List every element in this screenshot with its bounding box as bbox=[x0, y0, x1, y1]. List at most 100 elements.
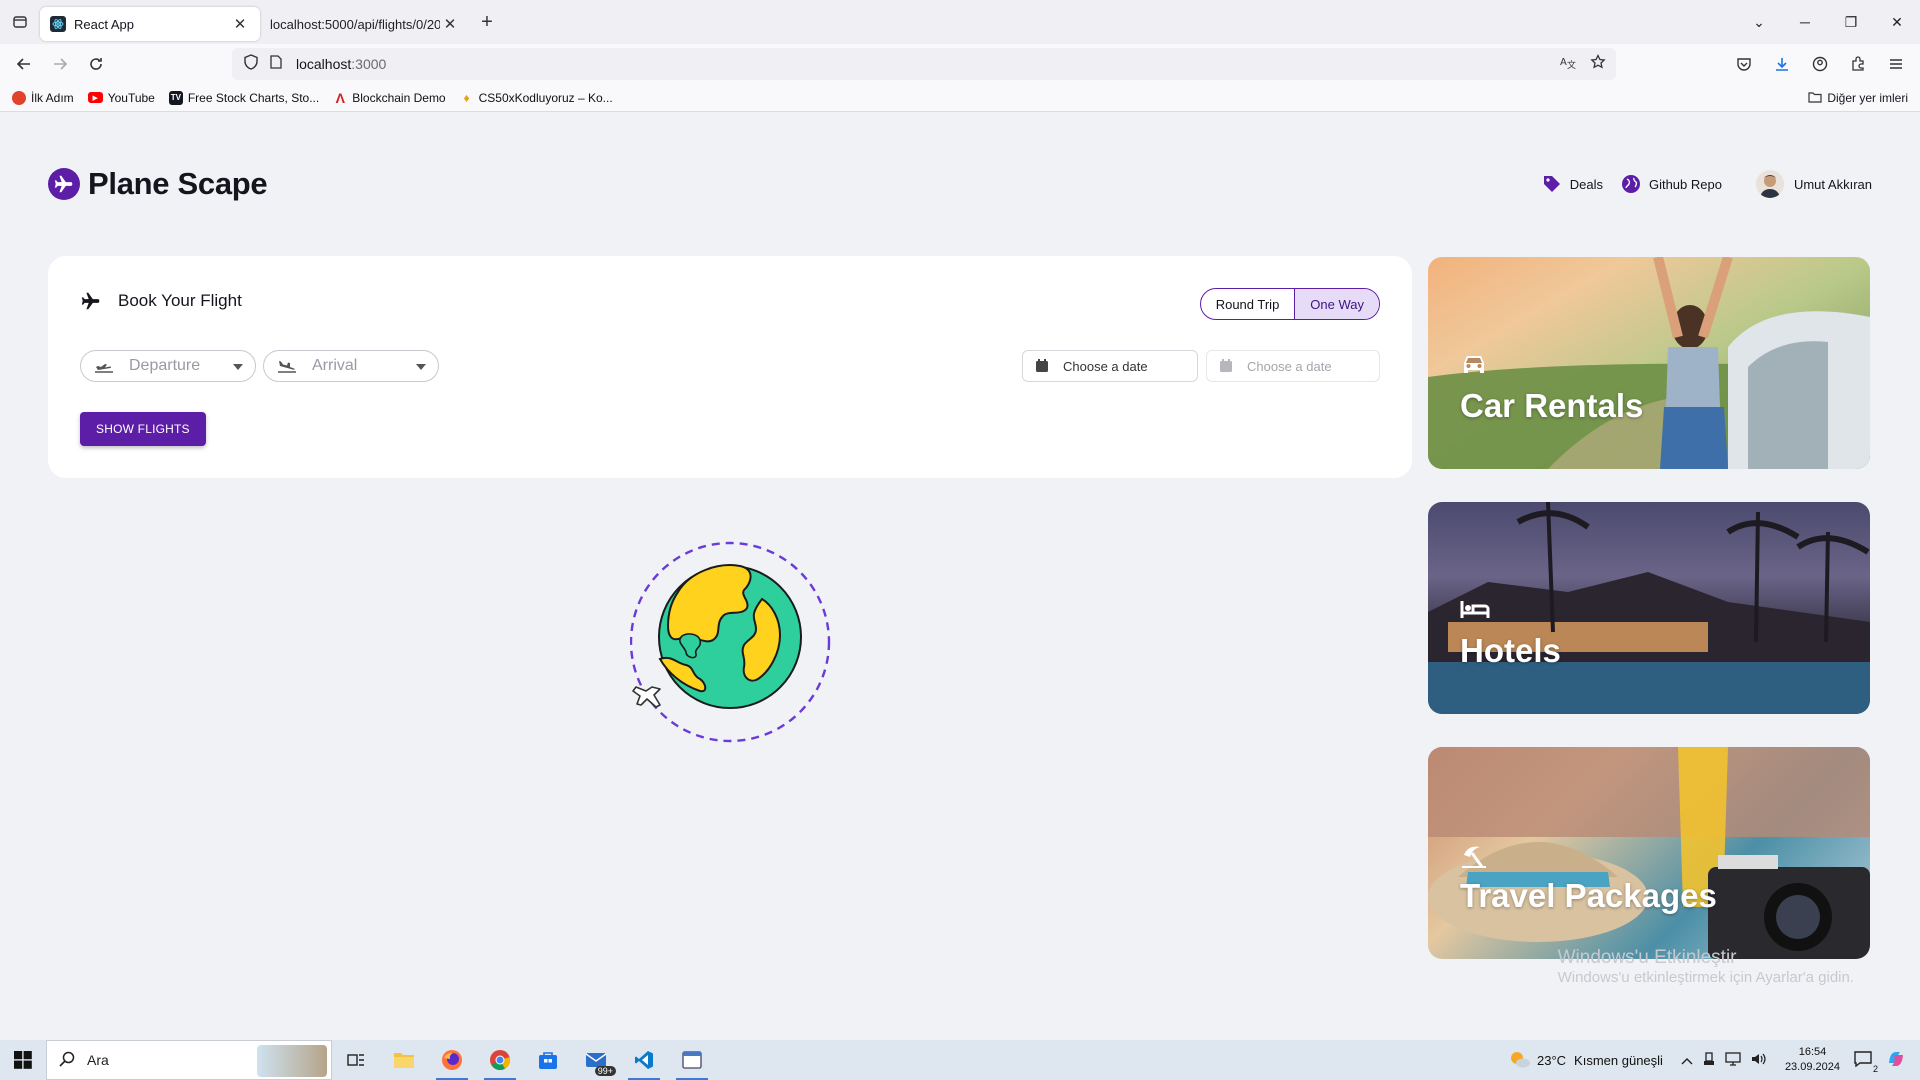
nav-user[interactable]: Umut Akkıran bbox=[1755, 170, 1872, 198]
clock[interactable]: 16:54 23.09.2024 bbox=[1785, 1045, 1840, 1075]
bookmark-item[interactable]: ▶ YouTube bbox=[87, 91, 155, 105]
url-text[interactable]: localhost:3000 bbox=[296, 56, 386, 72]
trip-type-toggle: Round Trip One Way bbox=[1199, 288, 1380, 320]
kodluyoruz-icon: ♦ bbox=[463, 90, 470, 105]
usb-icon[interactable] bbox=[1703, 1051, 1715, 1069]
task-view-icon[interactable] bbox=[332, 1040, 380, 1080]
firefox-icon[interactable] bbox=[428, 1040, 476, 1080]
travel-packages-card[interactable]: Travel Packages bbox=[1428, 747, 1870, 959]
tab-react-app[interactable]: React App ✕ bbox=[40, 7, 260, 41]
booking-header: Book Your Flight bbox=[80, 290, 242, 312]
chevron-down-icon bbox=[233, 364, 243, 370]
travel-packages-photo bbox=[1428, 747, 1870, 959]
mail-badge: 99+ bbox=[594, 1066, 616, 1076]
file-explorer-icon[interactable] bbox=[380, 1040, 428, 1080]
tab-api-flights[interactable]: localhost:5000/api/flights/0/202 ✕ bbox=[260, 7, 470, 41]
minimize-icon[interactable]: ─ bbox=[1782, 0, 1828, 44]
departure-select[interactable]: Departure bbox=[80, 350, 256, 382]
takeoff-icon bbox=[93, 358, 115, 374]
notifications-icon[interactable]: 2 bbox=[1854, 1050, 1878, 1074]
menu-icon[interactable] bbox=[1880, 48, 1912, 80]
arrival-select[interactable]: Arrival bbox=[263, 350, 439, 382]
nav-deals-label: Deals bbox=[1569, 176, 1603, 192]
star-icon[interactable] bbox=[1590, 53, 1606, 75]
nav-deals[interactable]: Deals bbox=[1542, 174, 1603, 194]
app-page: Plane Scape Deals Github Repo Umut Akkır… bbox=[0, 112, 1920, 1040]
windows-taskbar: Ara 99+ 23°C Kısmen güneşli 16:54 23.09.… bbox=[0, 1040, 1920, 1080]
url-bar[interactable]: localhost:3000 A文 bbox=[232, 48, 1616, 80]
umbrella-beach-icon bbox=[1460, 843, 1488, 874]
extensions-icon[interactable] bbox=[1842, 48, 1874, 80]
chevron-up-icon[interactable] bbox=[1681, 1053, 1693, 1068]
bookmarks-toolbar: İlk Adım ▶ YouTube TV Free Stock Charts,… bbox=[0, 84, 1920, 112]
watermark-title: Windows'u Etkinleştir bbox=[1557, 947, 1737, 968]
bookmark-item[interactable]: ♦ CS50xKodluyoruz – Ko... bbox=[460, 91, 613, 105]
tradingview-icon: TV bbox=[168, 90, 183, 105]
globe-loading-icon bbox=[630, 541, 831, 743]
plane-logo-icon bbox=[48, 168, 80, 200]
hotels-label: Hotels bbox=[1460, 632, 1561, 669]
bookmark-item[interactable]: İlk Adım bbox=[12, 90, 74, 105]
brand[interactable]: Plane Scape bbox=[48, 166, 268, 202]
booking-title: Book Your Flight bbox=[118, 291, 242, 310]
nav-github[interactable]: Github Repo bbox=[1621, 174, 1722, 194]
back-icon[interactable] bbox=[6, 48, 42, 80]
car-rentals-photo bbox=[1428, 257, 1870, 469]
close-icon[interactable]: ✕ bbox=[230, 15, 250, 33]
taskbar-search[interactable]: Ara bbox=[46, 1040, 332, 1080]
bookmark-item[interactable]: TV Free Stock Charts, Sto... bbox=[168, 90, 319, 105]
reload-icon[interactable] bbox=[78, 48, 114, 80]
landing-icon bbox=[276, 358, 298, 374]
tab-list-icon[interactable] bbox=[0, 0, 40, 44]
svg-text:文: 文 bbox=[1567, 59, 1576, 70]
network-icon[interactable] bbox=[1725, 1051, 1741, 1069]
copilot-icon[interactable] bbox=[1886, 1049, 1906, 1072]
restore-icon[interactable]: ❐ bbox=[1828, 0, 1874, 44]
other-bookmarks[interactable]: Diğer yer imleri bbox=[1808, 84, 1908, 112]
blockchain-icon: Λ bbox=[335, 89, 345, 106]
show-flights-button[interactable]: SHOW FLIGHTS bbox=[80, 412, 206, 446]
calendar-icon bbox=[1035, 359, 1049, 373]
bed-icon bbox=[1460, 598, 1490, 625]
volume-icon[interactable] bbox=[1751, 1052, 1767, 1069]
date1-placeholder: Choose a date bbox=[1063, 358, 1148, 374]
hotels-card[interactable]: Hotels bbox=[1428, 502, 1870, 714]
departure-placeholder: Departure bbox=[129, 357, 201, 374]
download-icon[interactable] bbox=[1766, 48, 1798, 80]
avatar bbox=[1755, 170, 1784, 198]
store-icon[interactable] bbox=[524, 1040, 572, 1080]
chevron-down-icon bbox=[416, 364, 426, 370]
tab-title: React App bbox=[74, 16, 134, 32]
chrome-icon[interactable] bbox=[476, 1040, 524, 1080]
close-window-icon[interactable]: ✕ bbox=[1874, 0, 1920, 44]
shield-icon[interactable] bbox=[244, 53, 258, 75]
app-window-icon[interactable] bbox=[668, 1040, 716, 1080]
travel-packages-label: Travel Packages bbox=[1460, 877, 1717, 914]
close-icon[interactable]: ✕ bbox=[440, 15, 460, 33]
svg-text:A: A bbox=[1560, 57, 1567, 68]
one-way-button[interactable]: One Way bbox=[1294, 289, 1379, 319]
search-placeholder: Ara bbox=[87, 1052, 109, 1068]
account-icon[interactable] bbox=[1804, 48, 1836, 80]
round-trip-button[interactable]: Round Trip bbox=[1201, 289, 1295, 319]
vscode-icon[interactable] bbox=[620, 1040, 668, 1080]
brand-name: Plane Scape bbox=[88, 166, 268, 201]
windows-start-icon[interactable] bbox=[0, 1040, 46, 1080]
nav-user-label: Umut Akkıran bbox=[1793, 176, 1872, 192]
forward-icon[interactable] bbox=[42, 48, 78, 80]
top-nav: Deals Github Repo Umut Akkıran bbox=[1524, 170, 1872, 198]
mail-icon[interactable]: 99+ bbox=[572, 1040, 620, 1080]
departure-date-picker[interactable]: Choose a date bbox=[1022, 350, 1198, 382]
car-rentals-card[interactable]: Car Rentals bbox=[1428, 257, 1870, 469]
pocket-icon[interactable] bbox=[1728, 48, 1760, 80]
new-tab-icon[interactable]: + bbox=[470, 5, 504, 39]
weather-temp: 23°C bbox=[1537, 1052, 1567, 1068]
windows-activation-watermark: Windows'u Etkinleştir Windows'u etkinleş… bbox=[1558, 948, 1854, 988]
return-date-picker[interactable]: Choose a date bbox=[1206, 350, 1380, 382]
watermark-subtitle: Windows'u etkinleştirmek için Ayarlar'a … bbox=[1557, 969, 1854, 986]
weather-widget[interactable]: 23°C Kısmen güneşli bbox=[1509, 1049, 1663, 1072]
car-rentals-label: Car Rentals bbox=[1460, 387, 1644, 424]
bookmark-item[interactable]: Λ Blockchain Demo bbox=[333, 89, 446, 106]
translate-icon[interactable]: A文 bbox=[1560, 54, 1576, 75]
chevron-down-icon[interactable]: ⌄ bbox=[1736, 0, 1782, 44]
